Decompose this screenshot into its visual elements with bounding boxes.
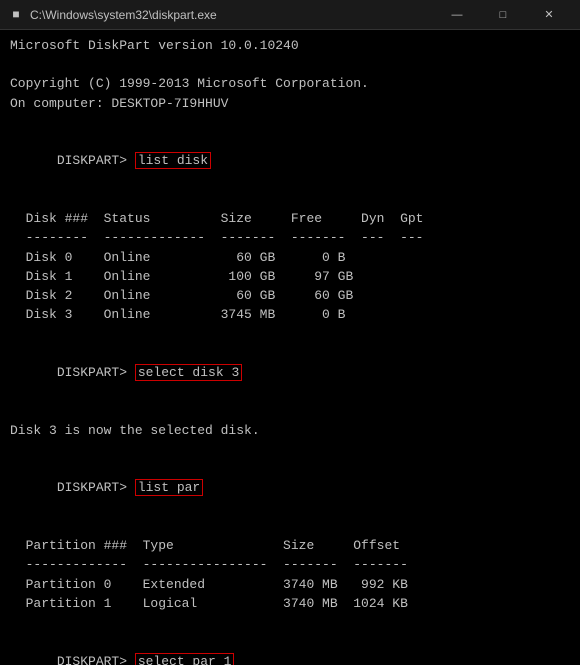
prompt-3: DISKPART>	[57, 480, 135, 495]
partition-0-row: Partition 0 Extended 3740 MB 992 KB	[10, 575, 570, 594]
close-button[interactable]: ✕	[526, 0, 572, 30]
copyright-line: Copyright (C) 1999-2013 Microsoft Corpor…	[10, 74, 570, 93]
disk-table-header: Disk ### Status Size Free Dyn Gpt	[10, 209, 570, 228]
cmd-line-3: DISKPART> list par	[10, 459, 570, 517]
disk-2-row: Disk 2 Online 60 GB 60 GB	[10, 286, 570, 305]
window-icon: ■	[8, 7, 24, 23]
disk-table-sep: -------- ------------- ------- ------- -…	[10, 228, 570, 247]
part-table-header: Partition ### Type Size Offset	[10, 536, 570, 555]
maximize-button[interactable]: □	[480, 0, 526, 30]
minimize-button[interactable]: —	[434, 0, 480, 30]
window-controls: — □ ✕	[434, 0, 572, 30]
blank-8	[10, 613, 570, 632]
prompt-2: DISKPART>	[57, 365, 135, 380]
cmd-line-2: DISKPART> select disk 3	[10, 344, 570, 402]
part-table-sep: ------------- ---------------- ------- -…	[10, 555, 570, 574]
disk-0-row: Disk 0 Online 60 GB 0 B	[10, 248, 570, 267]
prompt-1: DISKPART>	[57, 153, 135, 168]
disk-1-row: Disk 1 Online 100 GB 97 GB	[10, 267, 570, 286]
blank-1	[10, 55, 570, 74]
blank-3	[10, 190, 570, 209]
blank-7	[10, 517, 570, 536]
title-bar: ■ C:\Windows\system32\diskpart.exe — □ ✕	[0, 0, 580, 30]
command-4: select par 1	[135, 653, 235, 665]
partition-1-row: Partition 1 Logical 3740 MB 1024 KB	[10, 594, 570, 613]
disk-3-row: Disk 3 Online 3745 MB 0 B	[10, 305, 570, 324]
terminal-content[interactable]: Microsoft DiskPart version 10.0.10240 Co…	[0, 30, 580, 665]
blank-6	[10, 440, 570, 459]
command-3: list par	[135, 479, 203, 496]
blank-2	[10, 113, 570, 132]
computer-line: On computer: DESKTOP-7I9HHUV	[10, 94, 570, 113]
blank-4	[10, 325, 570, 344]
blank-5	[10, 401, 570, 420]
command-2: select disk 3	[135, 364, 242, 381]
select-disk-msg: Disk 3 is now the selected disk.	[10, 421, 570, 440]
title-bar-text: C:\Windows\system32\diskpart.exe	[30, 8, 434, 22]
cmd-line-1: DISKPART> list disk	[10, 132, 570, 190]
prompt-4: DISKPART>	[57, 654, 135, 665]
version-line: Microsoft DiskPart version 10.0.10240	[10, 36, 570, 55]
terminal-window: ■ C:\Windows\system32\diskpart.exe — □ ✕…	[0, 0, 580, 665]
command-1: list disk	[135, 152, 211, 169]
cmd-line-4: DISKPART> select par 1	[10, 632, 570, 665]
